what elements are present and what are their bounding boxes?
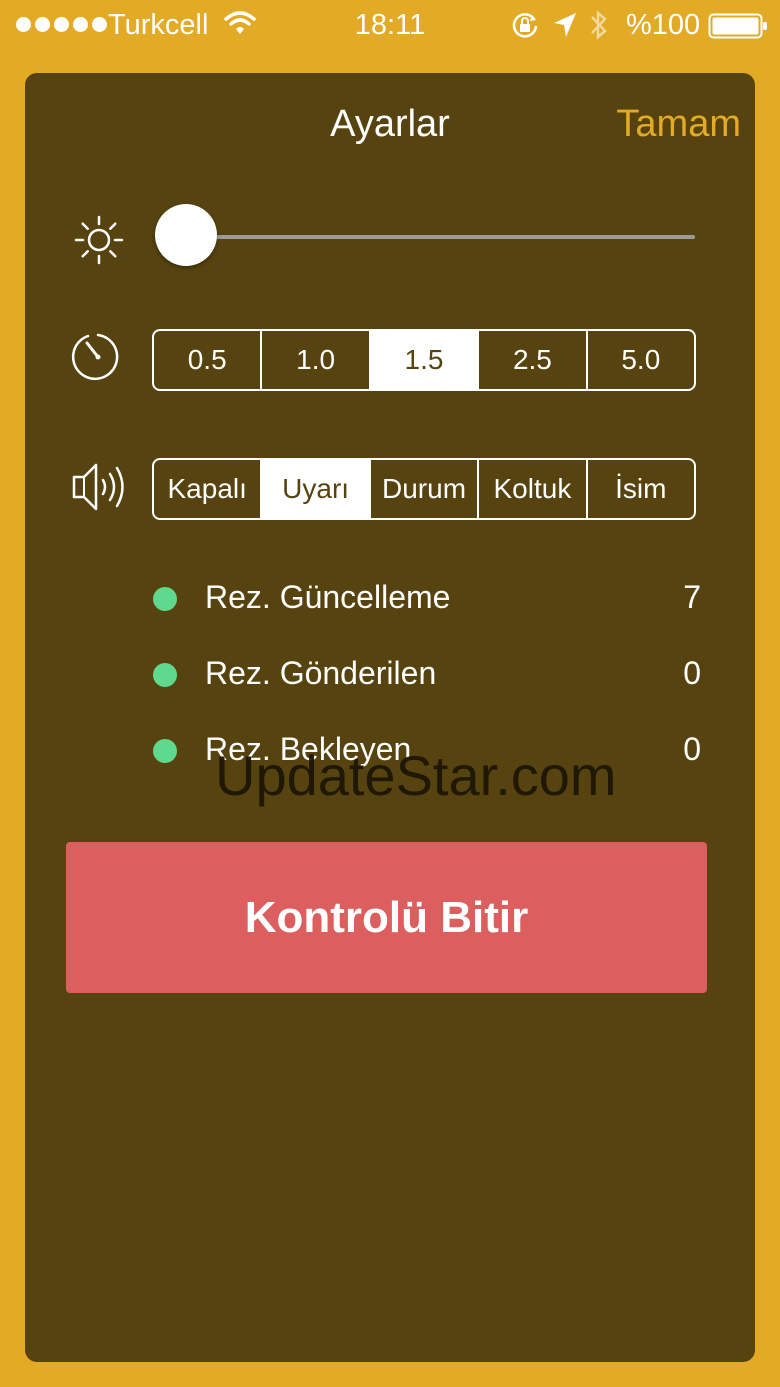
- sound-mode-selector: Kapalı Uyarı Durum Koltuk İsim: [152, 458, 696, 520]
- sound-mode-option[interactable]: Uyarı: [262, 460, 371, 518]
- rotation-lock-icon: [512, 13, 538, 38]
- bluetooth-icon: [591, 10, 607, 40]
- battery-percentage: %100: [626, 9, 701, 41]
- interval-selector: 0.5 1.0 1.5 2.5 5.0: [152, 329, 696, 391]
- sound-mode-option[interactable]: Kapalı: [154, 460, 263, 518]
- sun-icon: [74, 215, 124, 265]
- done-button[interactable]: Tamam: [616, 103, 741, 146]
- stat-label: Rez. Güncelleme: [205, 579, 451, 615]
- stat-value: 0: [683, 731, 701, 767]
- watermark: UpdateStar.com: [215, 744, 617, 807]
- interval-option[interactable]: 1.5: [370, 331, 480, 389]
- settings-panel: Ayarlar Tamam 0.5 1.0 1.5 2.5 5.0 Kapalı Uyar…: [25, 73, 755, 1362]
- status-dot: [153, 739, 177, 763]
- brightness-slider-thumb[interactable]: [155, 204, 217, 266]
- status-dot: [153, 663, 177, 687]
- sound-mode-option[interactable]: Durum: [371, 460, 480, 518]
- location-arrow-icon: [554, 13, 576, 37]
- stat-value: 7: [683, 579, 701, 615]
- battery-icon: [708, 13, 767, 39]
- status-dot: [153, 587, 177, 611]
- stat-row-sent: Rez. Gönderilen 0: [153, 655, 701, 695]
- brightness-slider-track[interactable]: [185, 235, 695, 239]
- finish-check-button[interactable]: Kontrolü Bitir: [66, 842, 707, 993]
- timer-icon: [71, 333, 119, 381]
- stat-value: 0: [683, 655, 701, 691]
- speaker-icon: [72, 463, 124, 511]
- sound-mode-option[interactable]: İsim: [588, 460, 694, 518]
- stat-label: Rez. Gönderilen: [205, 655, 437, 691]
- interval-option[interactable]: 5.0: [588, 331, 694, 389]
- status-bar: Turkcell 18:11 %100: [0, 0, 780, 52]
- interval-option[interactable]: 0.5: [154, 331, 263, 389]
- sound-mode-option[interactable]: Koltuk: [479, 460, 588, 518]
- stat-row-updates: Rez. Güncelleme 7: [153, 579, 701, 619]
- interval-option[interactable]: 1.0: [262, 331, 371, 389]
- interval-option[interactable]: 2.5: [479, 331, 588, 389]
